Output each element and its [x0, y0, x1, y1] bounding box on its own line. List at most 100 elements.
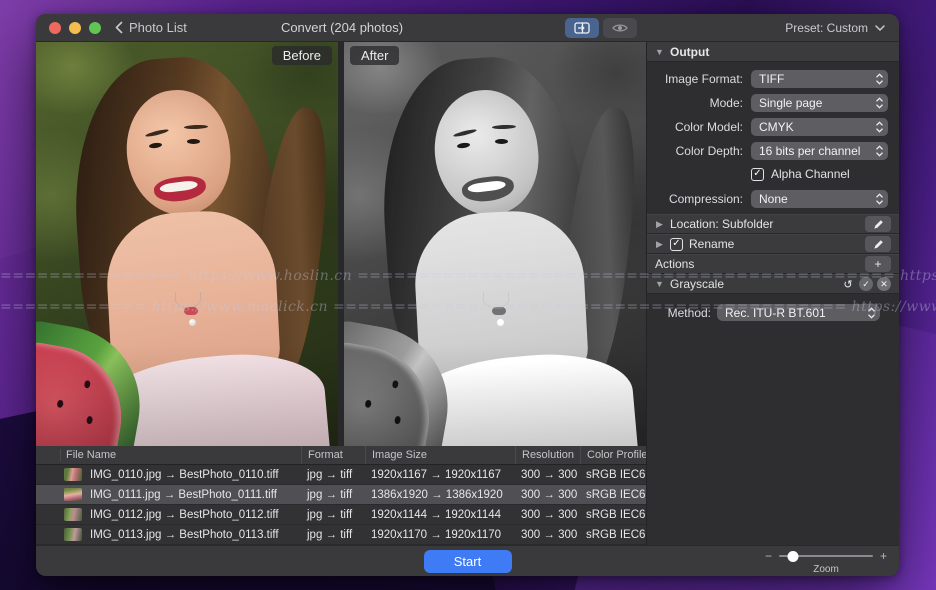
file-thumbnail [64, 508, 82, 521]
color-depth-label: Color Depth: [675, 144, 743, 158]
file-list-table: File Name Format Image Size Resolution C… [36, 446, 646, 545]
titlebar: Photo List Convert (204 photos) Preset: … [36, 14, 899, 42]
file-name: IMG_0111.jpg → BestPhoto_0111.tiff [90, 488, 277, 501]
preview-toggle-button[interactable] [603, 18, 637, 38]
table-row[interactable]: IMG_0112.jpg → BestPhoto_0112.tiff jpg →… [36, 505, 646, 525]
zoom-out-button[interactable]: − [765, 550, 772, 562]
column-header-image-size[interactable]: Image Size [365, 446, 515, 464]
preset-label: Preset: Custom [785, 21, 868, 35]
file-image-size: 1386x1920 → 1386x1920 [371, 488, 503, 501]
file-resolution: 300 → 300 [521, 528, 578, 541]
color-depth-select[interactable]: 16 bits per channel [751, 142, 888, 160]
file-format: jpg → tiff [307, 508, 353, 521]
zoom-window-button[interactable] [89, 21, 101, 34]
file-color-profile: sRGB IEC6196 [586, 508, 646, 521]
file-name: IMG_0112.jpg → BestPhoto_0112.tiff [90, 508, 279, 521]
bottom-bar: Start − + Zoom [36, 545, 899, 576]
mode-select[interactable]: Single page [751, 94, 888, 112]
file-thumbnail [64, 488, 82, 501]
rename-section-header[interactable]: ▶ ✓ Rename [647, 234, 899, 254]
file-resolution: 300 → 300 [521, 508, 578, 521]
file-image-size: 1920x1144 → 1920x1144 [371, 508, 502, 521]
after-label: After [350, 46, 400, 65]
grayscale-label: Grayscale [670, 277, 725, 291]
edit-location-button[interactable] [865, 216, 891, 232]
table-header: File Name Format Image Size Resolution C… [36, 446, 646, 465]
back-label: Photo List [129, 20, 187, 35]
file-color-profile: sRGB IEC6196 [586, 528, 646, 541]
chevron-down-icon [875, 25, 885, 31]
enable-action-button[interactable]: ✓ [859, 277, 873, 291]
alpha-channel-label: Alpha Channel [771, 167, 850, 181]
alpha-channel-checkbox[interactable]: ✓ [751, 167, 764, 181]
before-after-compare-icon [574, 22, 590, 34]
disclosure-down-icon: ▼ [655, 46, 664, 57]
location-section-header[interactable]: ▶ Location: Subfolder [647, 214, 899, 234]
file-resolution: 300 → 300 [521, 468, 578, 481]
settings-panel: ▼ Output Image Format: TIFF Mode: Single… [647, 42, 899, 545]
grayscale-action-buttons: ↺ ✓ ✕ [841, 277, 891, 291]
image-format-label: Image Format: [664, 72, 743, 86]
chevron-left-icon [115, 21, 123, 34]
disclosure-down-icon: ▼ [655, 279, 664, 289]
image-format-select[interactable]: TIFF [751, 70, 888, 88]
output-section-header[interactable]: ▼ Output [647, 42, 899, 62]
updown-chevrons-icon [876, 193, 883, 205]
rename-checkbox[interactable]: ✓ [670, 237, 683, 251]
file-thumbnail [64, 468, 82, 481]
color-model-select[interactable]: CMYK [751, 118, 888, 136]
disclosure-right-icon: ▶ [656, 218, 663, 229]
table-row[interactable]: IMG_0113.jpg → BestPhoto_0113.tiff jpg →… [36, 525, 646, 545]
column-header-color-profile[interactable]: Color Profile [580, 446, 646, 464]
file-thumbnail [64, 528, 82, 541]
table-row-selected[interactable]: IMG_0111.jpg → BestPhoto_0111.tiff jpg →… [36, 485, 646, 505]
add-action-button[interactable]: + [865, 256, 891, 272]
after-image-pane: After [344, 42, 646, 446]
grayscale-method-row: Method: Rec. ITU-R BT.601 [647, 304, 880, 321]
color-model-row: Color Model: CMYK [647, 118, 888, 136]
app-window: Photo List Convert (204 photos) Preset: … [36, 14, 899, 576]
back-to-photo-list-button[interactable]: Photo List [115, 20, 187, 35]
preset-selector[interactable]: Preset: Custom [785, 14, 885, 42]
pencil-icon [873, 239, 883, 249]
eye-icon [612, 24, 628, 32]
zoom-in-button[interactable]: + [880, 550, 887, 562]
edit-rename-button[interactable] [865, 236, 891, 252]
file-color-profile: sRGB IEC6196 [586, 488, 646, 501]
remove-action-button[interactable]: ✕ [877, 277, 891, 291]
updown-chevrons-icon [876, 97, 883, 109]
zoom-label: Zoom [813, 564, 839, 575]
grayscale-section-header[interactable]: ▼ Grayscale ↺ ✓ ✕ [647, 274, 899, 294]
color-model-label: Color Model: [674, 120, 743, 134]
image-format-row: Image Format: TIFF [647, 70, 888, 88]
rename-label: Rename [689, 237, 735, 251]
reset-action-button[interactable]: ↺ [841, 277, 855, 291]
mode-label: Mode: [709, 96, 743, 110]
table-row[interactable]: IMG_0110.jpg → BestPhoto_0110.tiff jpg →… [36, 465, 646, 485]
close-window-button[interactable] [49, 21, 61, 34]
before-label: Before [271, 46, 332, 65]
file-format: jpg → tiff [307, 528, 353, 541]
column-header-format[interactable]: Format [301, 446, 365, 464]
zoom-slider-knob[interactable] [787, 550, 799, 562]
method-select[interactable]: Rec. ITU-R BT.601 [717, 304, 880, 321]
file-color-profile: sRGB IEC6196 [586, 468, 646, 481]
output-fields: Image Format: TIFF Mode: Single page Col… [647, 62, 899, 214]
compression-select[interactable]: None [751, 190, 888, 208]
zoom-slider[interactable] [779, 550, 873, 562]
zoom-control: − + Zoom [765, 549, 887, 575]
main-content: Before After File Name Format Image Size… [36, 42, 899, 545]
file-format: jpg → tiff [307, 468, 353, 481]
mode-row: Mode: Single page [647, 94, 888, 112]
minimize-window-button[interactable] [69, 21, 81, 34]
compare-view-button[interactable] [565, 18, 599, 38]
before-photo [36, 42, 338, 446]
compression-label: Compression: [668, 192, 743, 206]
updown-chevrons-icon [876, 73, 883, 85]
actions-label: Actions [655, 257, 695, 271]
column-header-file-name[interactable]: File Name [36, 446, 301, 464]
updown-chevrons-icon [868, 306, 875, 319]
column-header-resolution[interactable]: Resolution [515, 446, 580, 464]
start-button[interactable]: Start [423, 549, 512, 573]
view-mode-buttons [565, 18, 637, 38]
